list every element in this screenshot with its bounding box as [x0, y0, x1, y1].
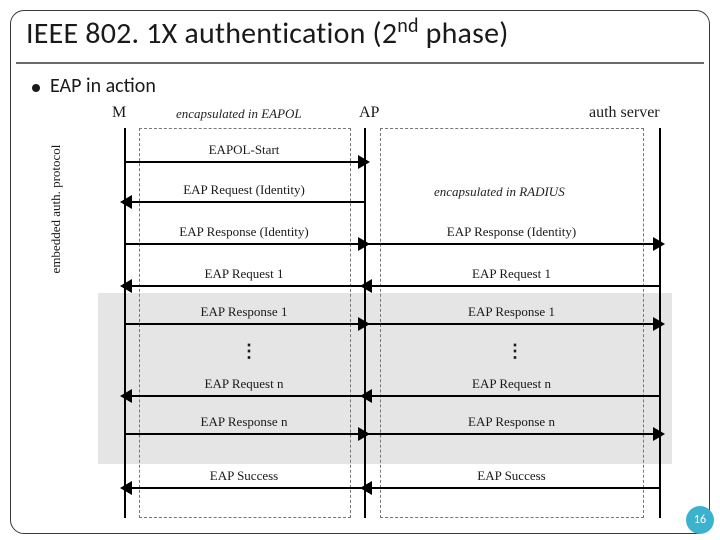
subtitle: EAP in action — [50, 74, 156, 98]
msg-label: EAP Response (Identity) — [124, 224, 364, 240]
ellipsis-left-icon: ⋮ — [240, 348, 258, 354]
arrow-line — [364, 323, 659, 325]
msg-label: EAP Success — [364, 468, 659, 484]
vertical-axis-text: embedded auth. protocol — [48, 145, 63, 274]
entity-auth-server: auth server — [589, 104, 660, 122]
vertical-axis-label: embedded auth. protocol — [48, 124, 64, 294]
msg-label: EAP Response n — [124, 414, 364, 430]
msg-label: EAP Request n — [364, 376, 659, 392]
msg-label: EAP Request n — [124, 376, 364, 392]
arrow-line — [364, 243, 659, 245]
arrow-line — [124, 161, 364, 163]
msg-label: EAP Request (Identity) — [124, 182, 364, 198]
arrow-line — [124, 395, 364, 397]
entity-m: M — [112, 104, 126, 122]
msg-label: EAP Response n — [364, 414, 659, 430]
title-prefix: IEEE 802. 1X authentication (2 — [26, 15, 397, 52]
title-suffix: phase) — [419, 15, 509, 52]
msg-label: EAP Request 1 — [124, 266, 364, 282]
arrow-line — [124, 487, 364, 489]
msg-label: EAP Response (Identity) — [364, 224, 659, 240]
title-sup: nd — [397, 14, 418, 38]
arrow-line — [124, 323, 364, 325]
arrow-line — [364, 433, 659, 435]
caption-radius: encapsulated in RADIUS — [434, 184, 565, 200]
bullet-dot-icon — [32, 84, 40, 92]
slide: IEEE 802. 1X authentication (2nd phase) … — [0, 0, 720, 540]
arrow-line — [124, 433, 364, 435]
sequence-diagram: M AP auth server encapsulated in EAPOL E… — [64, 104, 678, 518]
arrow-line — [364, 285, 659, 287]
arrow-line — [364, 395, 659, 397]
entity-ap: AP — [359, 104, 379, 122]
title-rule — [16, 62, 704, 64]
caption-eapol: encapsulated in EAPOL — [176, 106, 302, 122]
msg-label: EAP Request 1 — [364, 266, 659, 282]
msg-label: EAP Response 1 — [124, 304, 364, 320]
msg-label: EAPOL-Start — [124, 142, 364, 158]
msg-label: EAP Response 1 — [364, 304, 659, 320]
slide-title: IEEE 802. 1X authentication (2nd phase) — [26, 14, 509, 52]
arrow-line — [124, 285, 364, 287]
ellipsis-right-icon: ⋮ — [506, 348, 524, 354]
page-number: 16 — [694, 513, 706, 527]
arrow-line — [124, 201, 364, 203]
msg-label: EAP Success — [124, 468, 364, 484]
page-number-badge: 16 — [686, 506, 714, 534]
arrow-line — [364, 487, 659, 489]
arrow-line — [124, 243, 364, 245]
